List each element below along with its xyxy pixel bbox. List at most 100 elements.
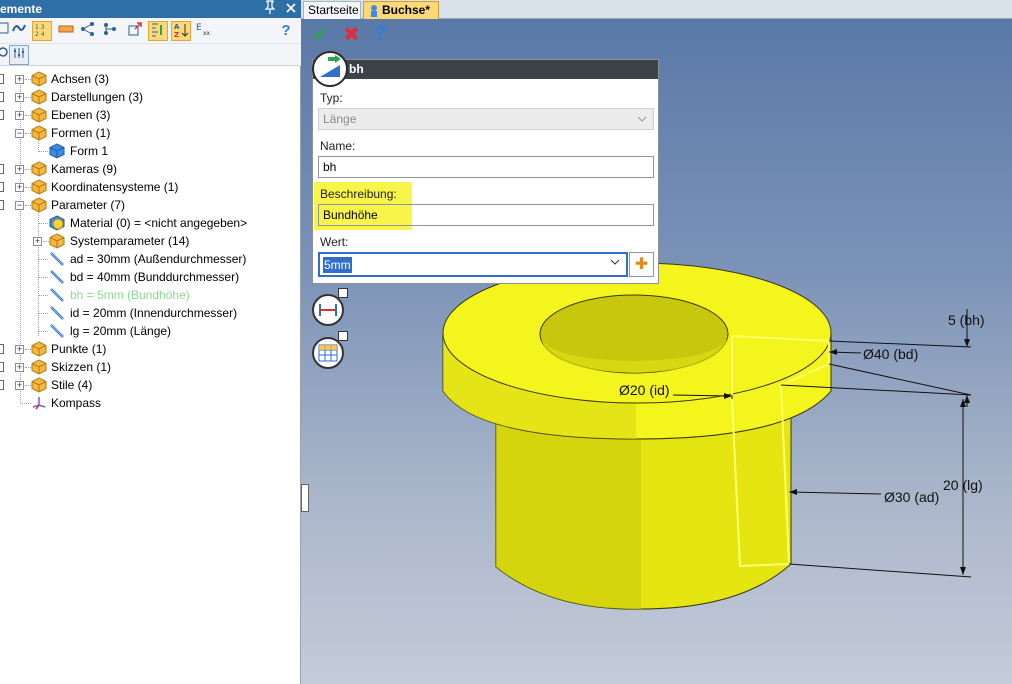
tab-label: Startseite [308,3,359,17]
tree-item-material[interactable]: Material (0) = <nicht angegeben> [0,214,300,232]
table-tool-checkbox[interactable] [338,331,348,341]
element-tree: + Achsen (3) + Darstellungen (3) + Ebene… [0,66,301,684]
chevron-down-icon [637,111,647,131]
dimension-label-ad[interactable]: Ø30 (ad) [884,489,939,505]
folder-cube-icon [31,89,47,105]
folder-cube-icon [31,359,47,375]
tree-item-param-id[interactable]: id = 20mm (Innendurchmesser) [0,304,300,322]
tree-structure-icon[interactable] [100,21,120,41]
tree-item-label: bh = 5mm (Bundhöhe) [70,288,190,302]
help-icon[interactable]: ? [276,21,296,41]
tree-item-label: lg = 20mm (Länge) [70,324,172,338]
dimension-label-bh[interactable]: 5 (bh) [948,312,985,328]
panel-title: emente [0,2,43,16]
dimension-label-id[interactable]: Ø20 (id) [619,382,670,398]
folder-cube-icon [31,71,47,87]
part-icon [371,5,377,17]
svg-text:1 3: 1 3 [35,24,45,31]
tree-item-label: Darstellungen (3) [51,90,144,104]
tree-item-achsen[interactable]: + Achsen (3) [0,70,300,88]
link-icon[interactable] [9,21,29,41]
folder-cube-icon [49,233,65,249]
panel-resize-handle[interactable] [301,484,309,512]
parameter-length-icon [50,288,64,302]
name-label: Name: [320,139,356,153]
svg-text:E: E [196,23,202,33]
dimension-label-bd[interactable]: Ø40 (bd) [863,346,918,362]
tree-item-label: Form 1 [70,144,109,158]
expression-icon[interactable]: Exx [194,21,214,41]
close-icon[interactable] [283,0,299,18]
table-tool-button[interactable] [312,337,344,369]
tree-item-kameras[interactable]: + Kameras (9) [0,160,300,178]
tree-item-koordinatensysteme[interactable]: + Koordinatensysteme (1) [0,178,300,196]
tree-item-label: Stile (4) [51,378,93,392]
tree-item-skizzen[interactable]: + Skizzen (1) [0,358,300,376]
panel-header: emente [0,0,301,18]
folder-cube-icon [31,161,47,177]
dimension-tool-checkbox[interactable] [338,288,348,298]
svg-text:xx: xx [203,30,211,37]
tab-startseite[interactable]: Startseite [303,1,361,19]
tree-item-parameter[interactable]: − Parameter (7) [0,196,300,214]
dialog-title: bh [313,60,658,79]
pin-icon[interactable] [262,0,278,19]
tree-item-param-bh[interactable]: bh = 5mm (Bundhöhe) [0,286,300,304]
parameter-length-icon [50,270,64,284]
value-combobox[interactable]: 5mm [318,252,628,277]
value-text: 5mm [323,257,352,273]
folder-cube-icon [31,341,47,357]
tree-item-darstellungen[interactable]: + Darstellungen (3) [0,88,300,106]
chevron-down-icon[interactable] [610,256,620,270]
document-tabbar: Startseite Buchse* [301,0,1012,19]
export-icon[interactable] [125,21,145,41]
tree-item-label: ad = 30mm (Außendurchmesser) [70,252,247,266]
dimension-tool-button[interactable] [312,294,344,326]
tree-item-param-bd[interactable]: bd = 40mm (Bunddurchmesser) [0,268,300,286]
tree-item-ebenen[interactable]: + Ebenen (3) [0,106,300,124]
tree-item-label: Koordinatensysteme (1) [51,180,179,194]
tree-item-formen[interactable]: − Formen (1) [0,124,300,142]
numbering-icon[interactable]: 1 32 4 [32,21,52,41]
rename-icon[interactable] [56,21,76,41]
folder-cube-icon [31,107,47,123]
value-label: Wert: [320,235,349,249]
tree-item-systemparameter[interactable]: + Systemparameter (14) [0,232,300,250]
folder-cube-icon [31,377,47,393]
sort-icon[interactable]: AZ [171,21,191,41]
filter-icon[interactable] [148,21,168,41]
tree-item-param-ad[interactable]: ad = 30mm (Außendurchmesser) [0,250,300,268]
help-button[interactable]: ? [374,23,386,45]
description-value: Bundhöhe [323,208,378,222]
blue-cube-icon [49,143,65,159]
type-label: Typ: [320,91,343,105]
parameter-length-icon [50,252,64,266]
tree-item-label: Material (0) = <nicht angegeben> [70,216,248,230]
svg-text:2 4: 2 4 [35,31,45,38]
name-field[interactable]: bh [318,156,654,178]
description-field[interactable]: Bundhöhe [318,204,654,226]
tree-item-label: id = 20mm (Innendurchmesser) [70,306,238,320]
tab-buchse[interactable]: Buchse* [363,1,439,19]
parameter-dialog: bh Typ: Länge Name: bh Beschreibung: Bun… [312,51,659,284]
tree-item-stile[interactable]: + Stile (4) [0,376,300,394]
parameter-length-icon [50,306,64,320]
dimension-label-lg[interactable]: 20 (lg) [943,477,983,493]
tree-item-param-lg[interactable]: lg = 20mm (Länge) [0,322,300,340]
settings-icon[interactable] [9,45,29,65]
hierarchy-icon[interactable] [78,21,98,41]
tree-item-kompass[interactable]: Kompass [0,394,300,412]
folder-cube-icon [31,179,47,195]
cancel-button[interactable]: ✖ [343,24,360,46]
ok-button[interactable]: ✔ [312,24,329,46]
tree-item-form-1[interactable]: Form 1 [0,142,300,160]
type-select: Länge [318,108,654,130]
tree-item-punkte[interactable]: + Punkte (1) [0,340,300,358]
tree-item-label: bd = 40mm (Bunddurchmesser) [70,270,240,284]
svg-text:Z: Z [174,31,179,38]
tree-toolbar: 1 32 4 AZ Exx ? [0,18,301,44]
add-expression-button[interactable]: ✚ [629,252,654,277]
tree-item-label: Systemparameter (14) [70,234,190,248]
tree-item-label: Formen (1) [51,126,111,140]
tree-item-label: Parameter (7) [51,198,126,212]
